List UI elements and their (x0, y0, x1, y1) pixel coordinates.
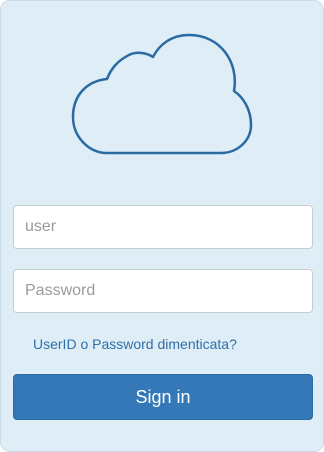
sign-in-button[interactable]: Sign in (13, 374, 313, 420)
login-panel: UserID o Password dimenticata? Sign in (0, 0, 324, 452)
password-input[interactable] (13, 269, 313, 313)
user-input[interactable] (13, 205, 313, 249)
cloud-icon (71, 33, 255, 157)
forgot-credentials-link[interactable]: UserID o Password dimenticata? (33, 336, 237, 352)
